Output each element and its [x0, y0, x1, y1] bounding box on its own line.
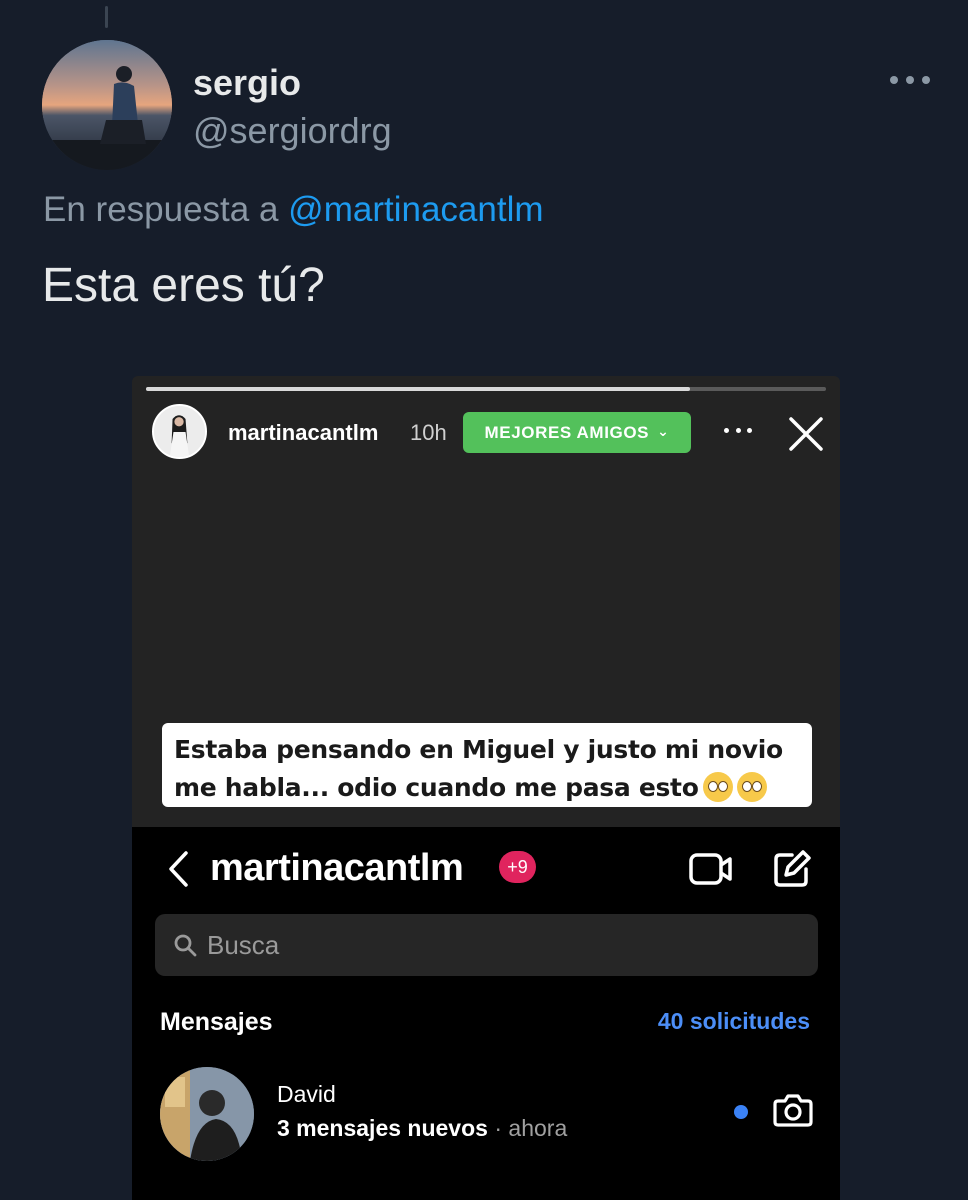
requests-link[interactable]: 40 solicitudes [658, 1008, 810, 1035]
more-horizontal-icon[interactable] [890, 68, 930, 92]
story-progress-bar [146, 387, 826, 391]
avatar[interactable] [160, 1067, 254, 1161]
thread-connector-line [105, 6, 108, 28]
story-avatar[interactable] [152, 404, 207, 459]
close-icon[interactable] [786, 414, 826, 454]
messages-section-label: Mensajes [160, 1008, 273, 1036]
best-friends-label: MEJORES AMIGOS [484, 422, 650, 442]
eye-roll-emoji-icon [702, 772, 733, 802]
user-handle[interactable]: @sergiordrg [193, 110, 392, 152]
caption-line-1: Estaba pensando en Miguel y justo mi nov… [174, 735, 783, 764]
story-screenshot[interactable]: martinacantlm 10h MEJORES AMIGOS ⌄ Estab… [132, 376, 840, 1200]
search-placeholder: Busca [207, 929, 280, 960]
story-time: 10h [410, 420, 447, 445]
story-caption: Estaba pensando en Miguel y justo mi nov… [162, 723, 812, 807]
best-friends-badge[interactable]: MEJORES AMIGOS ⌄ [463, 412, 691, 453]
reply-context: En respuesta a @martinacantlm [43, 190, 544, 230]
conversation-row[interactable]: David 3 mensajes nuevos · ahora [132, 1067, 840, 1182]
eye-roll-emoji-icon [736, 772, 767, 802]
reply-mention-link[interactable]: @martinacantlm [288, 190, 543, 229]
unread-dot [734, 1105, 748, 1119]
caption-line-2: me habla... odio cuando me pasa esto [174, 769, 798, 807]
conversation-preview: 3 mensajes nuevos · ahora [277, 1115, 567, 1142]
profile-avatar[interactable] [42, 40, 172, 170]
video-camera-icon[interactable] [689, 851, 733, 887]
chevron-left-icon[interactable] [166, 849, 190, 889]
compose-icon[interactable] [772, 849, 812, 889]
search-input[interactable]: Busca [155, 914, 818, 976]
dm-inbox: martinacantlm +9 Busca Mensajes 40 solic… [132, 827, 840, 1200]
chevron-down-icon: ⌄ [657, 423, 670, 439]
conversation-name: David [277, 1081, 336, 1107]
preview-text: 3 mensajes nuevos [277, 1115, 488, 1141]
preview-separator: · [494, 1115, 503, 1141]
search-icon [174, 934, 197, 957]
account-notification-badge: +9 [499, 851, 536, 883]
camera-icon[interactable] [772, 1089, 814, 1131]
reply-prefix: En respuesta a [43, 190, 279, 229]
story-progress-fill [146, 387, 690, 391]
more-horizontal-icon[interactable] [724, 428, 752, 436]
story-username[interactable]: martinacantlm [228, 420, 378, 446]
dm-account-title[interactable]: martinacantlm [210, 847, 464, 890]
conversation-time: ahora [508, 1115, 568, 1141]
tweet-text: Esta eres tú? [42, 259, 325, 312]
display-name[interactable]: sergio [193, 62, 301, 104]
